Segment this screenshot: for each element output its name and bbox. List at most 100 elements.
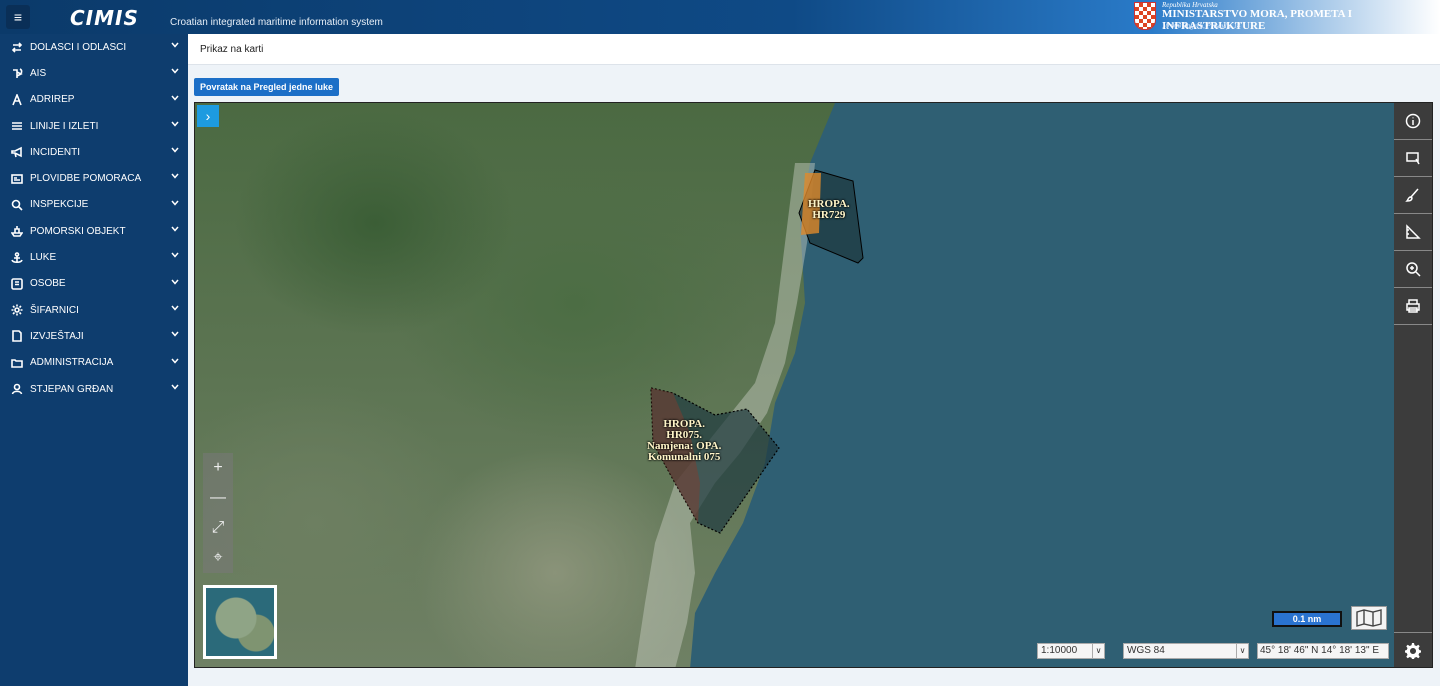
ship-signal-icon: [10, 66, 24, 80]
zoom-in-magnifier-icon: [1406, 262, 1421, 277]
sidebar-item-label: ADMINISTRACIJA: [30, 357, 114, 369]
map-features: [635, 103, 1432, 667]
app-tagline: Croatian integrated maritime information…: [170, 17, 383, 28]
overview-minimap[interactable]: [203, 585, 277, 659]
gear-icon: [10, 303, 24, 317]
breadcrumb: Prikaz na karti: [188, 34, 1440, 65]
chevron-down-icon: [170, 250, 180, 260]
info-button[interactable]: [1394, 103, 1432, 140]
chevron-down-icon: [170, 198, 180, 208]
sidebar-item-linije-i-izleti[interactable]: LINIJE I IZLETI: [0, 113, 188, 139]
app-logo: CIMIS: [70, 6, 139, 30]
sidebar-item-label: IZVJEŠTAJI: [30, 330, 84, 342]
chevron-down-icon: [170, 224, 180, 234]
user-icon: [10, 382, 24, 396]
sidebar-item-label: STJEPAN GRĐAN: [30, 383, 114, 395]
draw-button[interactable]: [1394, 177, 1432, 214]
back-to-port-overview-button[interactable]: Povratak na Pregled jedne luke: [194, 78, 340, 96]
sidebar-item-label: DOLASCI I ODLASCI: [30, 41, 127, 53]
scale-select[interactable]: 1:10000 ∨: [1037, 643, 1105, 659]
sidebar-item-label: POMORSKI OBJEKT: [30, 225, 126, 237]
scale-select-value: 1:10000: [1041, 645, 1078, 656]
sidebar-item-label: ADRIREP: [30, 94, 75, 106]
chevron-down-icon: ∨: [1236, 644, 1248, 658]
chevron-down-icon: [170, 277, 180, 287]
person-card-icon: [10, 277, 24, 291]
search-icon: [10, 198, 24, 212]
sidebar-item-adrirep[interactable]: ADRIREP: [0, 87, 188, 113]
sidebar-item-osobe[interactable]: OSOBE: [0, 271, 188, 297]
chevron-down-icon: [170, 145, 180, 155]
sidebar-item-inspekcije[interactable]: INSPEKCIJE: [0, 192, 188, 218]
print-button[interactable]: [1394, 288, 1432, 325]
gear-icon: [1405, 643, 1421, 659]
expand-panel-chevron-icon[interactable]: ›: [197, 105, 219, 127]
crs-select-value: WGS 84: [1127, 645, 1165, 656]
map-icon: [1356, 609, 1382, 627]
letter-a-icon: [10, 93, 24, 107]
list-icon: [10, 119, 24, 133]
sidebar: DOLASCI I ODLASCI AIS ADRIREP LINIJE I IZLE…: [0, 34, 188, 686]
sidebar-item-izvje-taji[interactable]: IZVJEŠTAJI: [0, 323, 188, 349]
select-area-button[interactable]: [1394, 140, 1432, 177]
sidebar-item-dolasci-i-odlasci[interactable]: DOLASCI I ODLASCI: [0, 34, 188, 60]
hamburger-icon[interactable]: ≡: [6, 5, 30, 29]
ship-icon: [10, 224, 24, 238]
sidebar-item-label: INCIDENTI: [30, 146, 80, 158]
arrows-exchange-icon: [10, 40, 24, 54]
ruler-icon: [1406, 224, 1421, 239]
sidebar-item-ais[interactable]: AIS: [0, 60, 188, 86]
app-header: ≡ CIMIS Croatian integrated maritime inf…: [0, 0, 1440, 34]
sidebar-item-plovidbe-pomoraca[interactable]: PLOVIDBE POMORACA: [0, 165, 188, 191]
basemap-switcher-button[interactable]: [1351, 606, 1387, 630]
chevron-down-icon: [170, 382, 180, 392]
document-icon: [10, 329, 24, 343]
polygon-label-hr729: HROPA. HR729: [808, 199, 850, 221]
id-card-icon: [10, 172, 24, 186]
anchor-icon: [10, 251, 24, 265]
brush-icon: [1405, 188, 1419, 202]
sidebar-item-incidenti[interactable]: INCIDENTI: [0, 139, 188, 165]
crs-select[interactable]: WGS 84 ∨: [1123, 643, 1249, 659]
chevron-down-icon: [170, 171, 180, 181]
scale-bar: 0.1 nm: [1272, 611, 1342, 627]
sidebar-item-stjepan-gr-an[interactable]: STJEPAN GRĐAN: [0, 376, 188, 402]
select-rectangle-icon: [1406, 152, 1420, 165]
zoom-out-icon[interactable]: —: [203, 483, 233, 513]
settings-button[interactable]: [1394, 632, 1432, 667]
sidebar-item-label: INSPEKCIJE: [30, 199, 89, 211]
measure-button[interactable]: [1394, 214, 1432, 251]
zoom-in-icon[interactable]: +: [203, 453, 233, 483]
chevron-down-icon: [170, 356, 180, 366]
coordinate-readout: 45° 18' 46" N 14° 18' 13" E: [1257, 643, 1389, 659]
map-viewer[interactable]: HROPA. HR729 HROPA. HR075. Namjena: OPA.…: [194, 102, 1433, 668]
chevron-down-icon: [170, 40, 180, 50]
sidebar-item-label: AIS: [30, 67, 47, 79]
sidebar-item-pomorski-objekt[interactable]: POMORSKI OBJEKT: [0, 218, 188, 244]
ministry-logo: Republika Hrvatska MINISTARSTVO MORA, PR…: [1134, 0, 1434, 34]
sidebar-item-label: PLOVIDBE POMORACA: [30, 173, 142, 185]
chevron-down-icon: [170, 303, 180, 313]
megaphone-icon: [10, 145, 24, 159]
sidebar-item-luke[interactable]: LUKE: [0, 244, 188, 270]
sidebar-item-label: LUKE: [30, 252, 57, 264]
polygon-label-hr075: HROPA. HR075. Namjena: OPA. Komunalni 07…: [647, 419, 721, 463]
chevron-down-icon: [170, 66, 180, 76]
breadcrumb-current: Prikaz na karti: [200, 44, 264, 55]
chevron-down-icon: [170, 329, 180, 339]
polygon-label-line: Komunalni 075: [647, 451, 721, 463]
ministry-line3: 10 000 Zagreb, Prisavlje 14: [1162, 22, 1241, 30]
sidebar-item-ifarnici[interactable]: ŠIFARNICI: [0, 297, 188, 323]
sidebar-item-administracija[interactable]: ADMINISTRACIJA: [0, 350, 188, 376]
chevron-down-icon: [170, 119, 180, 129]
folder-icon: [10, 356, 24, 370]
printer-icon: [1406, 299, 1420, 313]
chevron-down-icon: ∨: [1092, 644, 1104, 658]
sidebar-item-label: OSOBE: [30, 278, 66, 290]
fullscreen-icon[interactable]: ⤢: [203, 513, 233, 543]
location-pin-icon[interactable]: ⌖: [203, 543, 233, 573]
info-icon: [1405, 113, 1421, 129]
zoom-button[interactable]: [1394, 251, 1432, 288]
map-toolbar: [1394, 103, 1432, 667]
croatian-crest-icon: [1134, 2, 1156, 30]
